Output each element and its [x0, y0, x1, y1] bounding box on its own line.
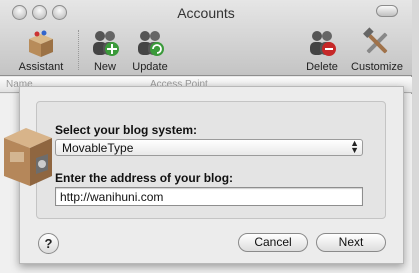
accounts-window: Accounts Assistant New Update Delete Cus… [0, 0, 412, 273]
tools-icon [363, 27, 388, 54]
next-button[interactable]: Next [316, 233, 386, 252]
titlebar: Accounts Assistant New Update Delete Cus… [0, 0, 412, 76]
blog-system-select[interactable]: MovableType ▲ ▼ [55, 139, 363, 156]
help-button[interactable]: ? [38, 233, 59, 254]
people-plus-icon [93, 31, 119, 56]
new-label: New [93, 61, 116, 73]
cancel-button[interactable]: Cancel [238, 233, 308, 252]
select-arrows-icon: ▲ ▼ [350, 138, 359, 155]
box-icon [29, 30, 53, 57]
window-title: Accounts [177, 5, 235, 21]
new-button[interactable]: New [88, 27, 122, 73]
people-delete-icon [310, 31, 336, 56]
assistant-button[interactable]: Assistant [12, 27, 70, 73]
update-button[interactable]: Update [128, 27, 172, 73]
blog-system-value: MovableType [62, 141, 134, 155]
update-label: Update [132, 61, 168, 73]
toolbar-separator [78, 30, 79, 70]
setup-sheet: Select your blog system: MovableType ▲ ▼ … [19, 86, 404, 264]
people-refresh-icon [138, 31, 164, 56]
delete-button[interactable]: Delete [302, 27, 342, 73]
assistant-box-icon [4, 128, 52, 186]
assistant-label: Assistant [18, 61, 64, 73]
blog-system-label: Select your blog system: [55, 123, 198, 137]
settings-group: Select your blog system: MovableType ▲ ▼ … [36, 101, 386, 219]
customize-label: Customize [351, 61, 403, 73]
blog-address-label: Enter the address of your blog: [55, 171, 234, 185]
customize-button[interactable]: Customize [347, 27, 407, 73]
blog-address-input[interactable] [55, 187, 363, 206]
delete-label: Delete [306, 61, 338, 73]
